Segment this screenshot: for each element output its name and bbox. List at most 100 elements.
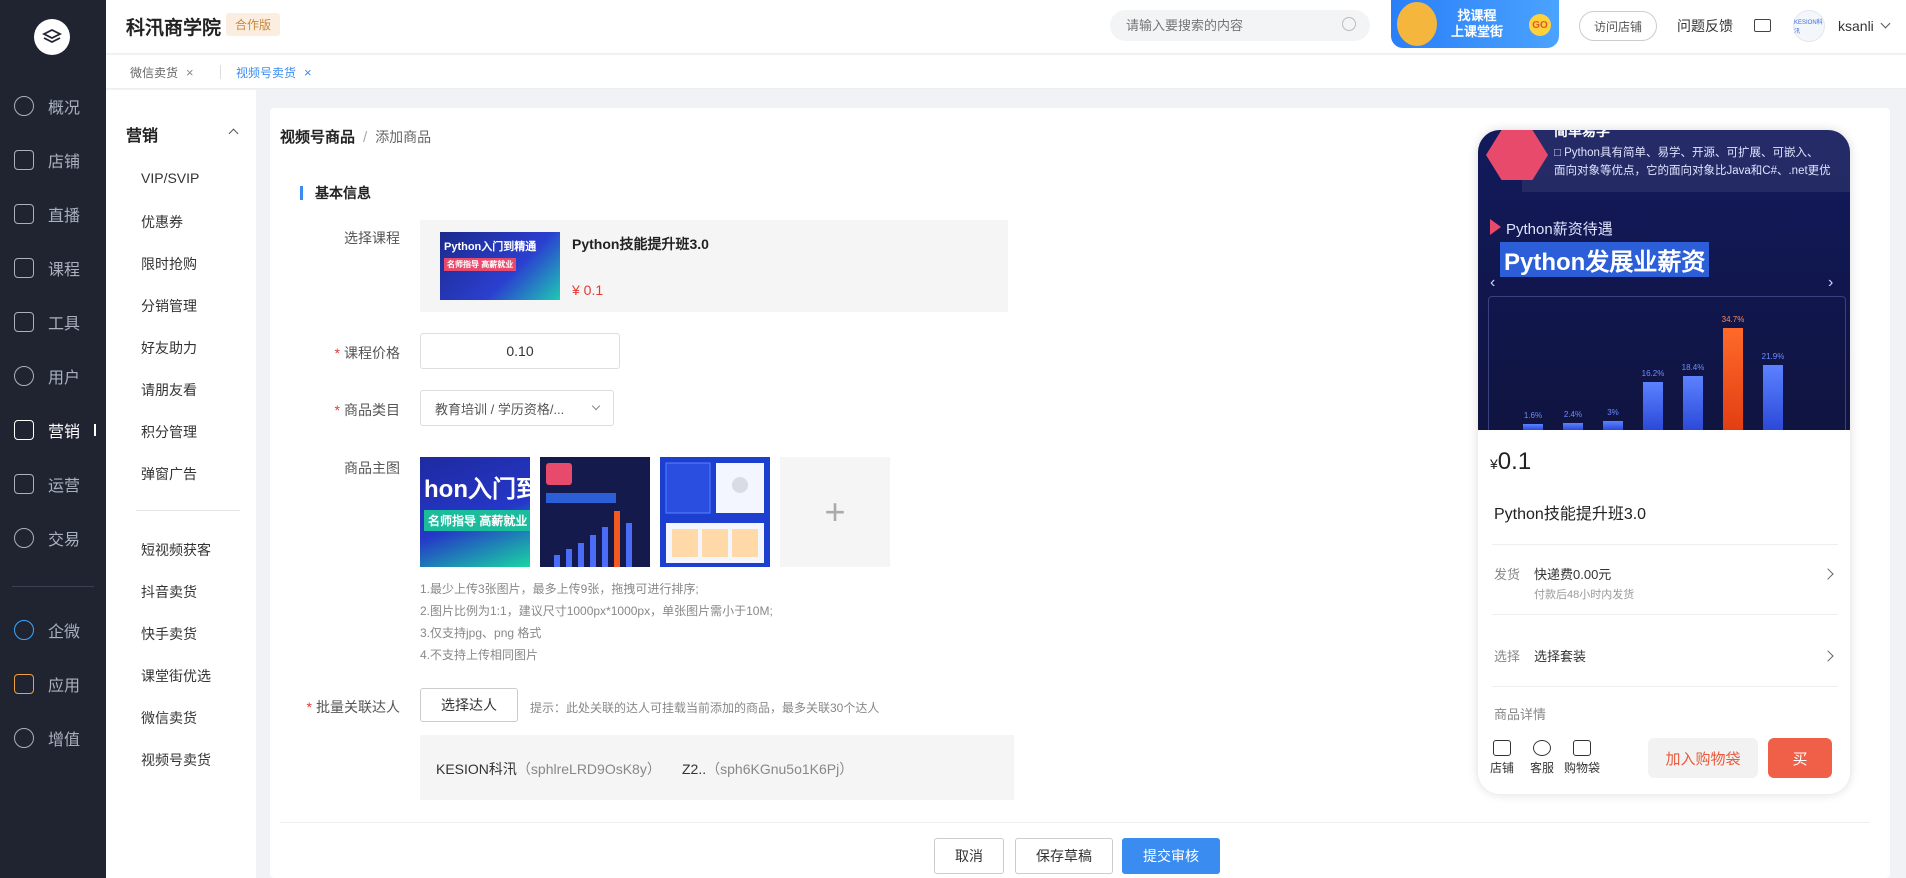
bag-icon xyxy=(1573,740,1591,756)
divider xyxy=(1492,614,1838,615)
avatar[interactable]: KESION科汛 xyxy=(1793,10,1825,42)
chart-bar xyxy=(1643,382,1663,430)
bag-tool[interactable]: 购物袋 xyxy=(1562,740,1602,776)
search-input[interactable] xyxy=(1110,10,1370,41)
nav-item-value-added[interactable]: 增值 xyxy=(0,718,106,758)
close-icon[interactable]: × xyxy=(186,65,194,80)
detail-label: 商品详情 xyxy=(1494,707,1547,722)
nav-item-tools[interactable]: 工具 xyxy=(0,302,106,342)
marketing-icon xyxy=(14,420,34,440)
tab-channels-sell[interactable]: 视频号卖货 × xyxy=(236,64,312,81)
nav-item-apps[interactable]: 应用 xyxy=(0,664,106,704)
select-talent-button[interactable]: 选择达人 xyxy=(420,688,518,722)
nav-item-live[interactable]: 直播 xyxy=(0,194,106,234)
nav-item-store[interactable]: 店铺 xyxy=(0,140,106,180)
mail-icon[interactable] xyxy=(1754,19,1771,32)
submit-review-button[interactable]: 提交审核 xyxy=(1122,838,1220,874)
chevron-left-icon[interactable]: ‹ xyxy=(1490,274,1495,292)
upload-hint: 2.图片比例为1:1，建议尺寸1000px*1000px，单张图片需小于10M; xyxy=(420,604,773,618)
nav-item-trade[interactable]: 交易 xyxy=(0,518,106,558)
close-icon[interactable]: × xyxy=(304,65,312,80)
nav-item-users[interactable]: 用户 xyxy=(0,356,106,396)
product-image-3[interactable] xyxy=(660,457,770,567)
promo-banner[interactable]: 找课程 上课堂街 GO xyxy=(1391,0,1559,48)
nav-item-operations[interactable]: 运营 xyxy=(0,464,106,504)
apps-icon xyxy=(14,674,34,694)
add-image-button[interactable]: + xyxy=(780,457,890,567)
shop-tool[interactable]: 店铺 xyxy=(1482,740,1522,776)
submenu-item[interactable]: 好友助力 xyxy=(141,338,197,358)
chart-bar xyxy=(1683,375,1703,430)
chat-icon xyxy=(1533,740,1551,756)
breadcrumb-parent[interactable]: 视频号商品 xyxy=(280,129,355,146)
submenu-divider xyxy=(136,510,240,511)
course-name: Python技能提升班3.0 xyxy=(572,236,709,252)
chevron-up-icon[interactable] xyxy=(228,128,239,139)
app-logo[interactable] xyxy=(34,19,70,55)
talent-item[interactable]: KESION科汛（sphlreLRD9OsK8y） xyxy=(436,759,661,779)
course-thumbnail: Python入门到精通 名师指导 高薪就业 xyxy=(440,232,560,300)
submenu-item[interactable]: 限时抢购 xyxy=(141,254,197,274)
chart-bar xyxy=(1563,422,1583,430)
submenu-item[interactable]: 抖音卖货 xyxy=(141,582,197,602)
mobile-preview: 简单易学 □ Python具有简单、易学、开源、可扩展、可嵌入、 面向对象等优点… xyxy=(1478,130,1850,794)
product-image-1[interactable]: hon入门到精 名师指导 高薪就业 xyxy=(420,457,530,567)
upload-hint: 1.最少上传3张图片，最多上传9张，拖拽可进行排序; xyxy=(420,582,699,596)
chart-bar-label: 3% xyxy=(1607,408,1619,418)
username[interactable]: ksanli xyxy=(1838,18,1874,34)
choose-value[interactable]: 选择套装 xyxy=(1534,646,1586,665)
submenu-item[interactable]: 课堂街优选 xyxy=(141,666,211,686)
course-price: ¥ 0.1 xyxy=(572,282,604,298)
submenu-item[interactable]: 请朋友看 xyxy=(141,380,197,400)
buy-button[interactable]: 买 xyxy=(1768,738,1832,778)
chart-bar xyxy=(1723,327,1743,430)
promo-text: 找课程 上课堂街 xyxy=(1451,8,1504,39)
chart-bar-label: 34.7% xyxy=(1721,314,1745,324)
cancel-button[interactable]: 取消 xyxy=(934,838,1004,874)
category-select[interactable]: 教育培训 / 学历资格/... xyxy=(420,390,614,426)
feedback-link[interactable]: 问题反馈 xyxy=(1677,16,1733,36)
save-draft-button[interactable]: 保存草稿 xyxy=(1015,838,1113,874)
category-label: * 商品类目 xyxy=(334,402,400,418)
tab-wechat-sell[interactable]: 微信卖货 × xyxy=(130,64,194,81)
service-tool[interactable]: 客服 xyxy=(1522,740,1562,776)
submenu-item[interactable]: 短视频获客 xyxy=(141,540,211,560)
image-label: 商品主图 xyxy=(344,460,400,476)
preview-banner: 简单易学 □ Python具有简单、易学、开源、可扩展、可嵌入、 面向对象等优点… xyxy=(1478,130,1850,430)
store-icon xyxy=(14,150,34,170)
product-image-2[interactable] xyxy=(540,457,650,567)
toolbox-icon xyxy=(14,312,34,332)
price-input[interactable] xyxy=(420,333,620,369)
selected-course[interactable]: Python入门到精通 名师指导 高薪就业 Python技能提升班3.0 ¥ 0… xyxy=(420,220,1008,312)
nav-item-wecom[interactable]: 企微 xyxy=(0,610,106,650)
chevron-right-icon[interactable] xyxy=(1822,650,1834,662)
nav-item-overview[interactable]: 概况 xyxy=(0,86,106,126)
nav-item-course[interactable]: 课程 xyxy=(0,248,106,288)
submenu-item[interactable]: 快手卖货 xyxy=(141,624,197,644)
submenu-title[interactable]: 营销 xyxy=(126,122,158,146)
submenu-item-active[interactable]: 视频号卖货 xyxy=(141,750,211,770)
submenu-item[interactable]: VIP/SVIP xyxy=(141,170,199,186)
submenu-item[interactable]: 分销管理 xyxy=(141,296,197,316)
book-icon xyxy=(14,258,34,278)
chart-bar xyxy=(1763,365,1783,430)
submenu-item[interactable]: 微信卖货 xyxy=(141,708,197,728)
submenu-item[interactable]: 弹窗广告 xyxy=(141,464,197,484)
chevron-right-icon[interactable]: › xyxy=(1828,274,1833,292)
chevron-right-icon[interactable] xyxy=(1822,568,1834,580)
chevron-down-icon[interactable] xyxy=(1880,18,1891,29)
nav-item-marketing[interactable]: 营销 xyxy=(0,410,106,450)
submenu-item[interactable]: 优惠券 xyxy=(141,212,183,232)
visit-store-button[interactable]: 访问店铺 xyxy=(1579,11,1658,41)
search-icon[interactable] xyxy=(1342,17,1356,31)
promo-go-button[interactable]: GO xyxy=(1529,14,1551,36)
divider xyxy=(1492,686,1838,687)
breadcrumb-current: 添加商品 xyxy=(375,129,432,145)
talent-label: * 批量关联达人 xyxy=(306,699,400,715)
footer-divider xyxy=(280,822,1870,823)
tab-divider xyxy=(220,65,221,79)
add-to-cart-button[interactable]: 加入购物袋 xyxy=(1648,738,1758,778)
submenu-item[interactable]: 积分管理 xyxy=(141,422,197,442)
banner-subtitle: Python薪资待遇 xyxy=(1490,218,1613,239)
talent-item[interactable]: Z2..（sph6KGnu5o1K6Pj） xyxy=(682,759,853,779)
